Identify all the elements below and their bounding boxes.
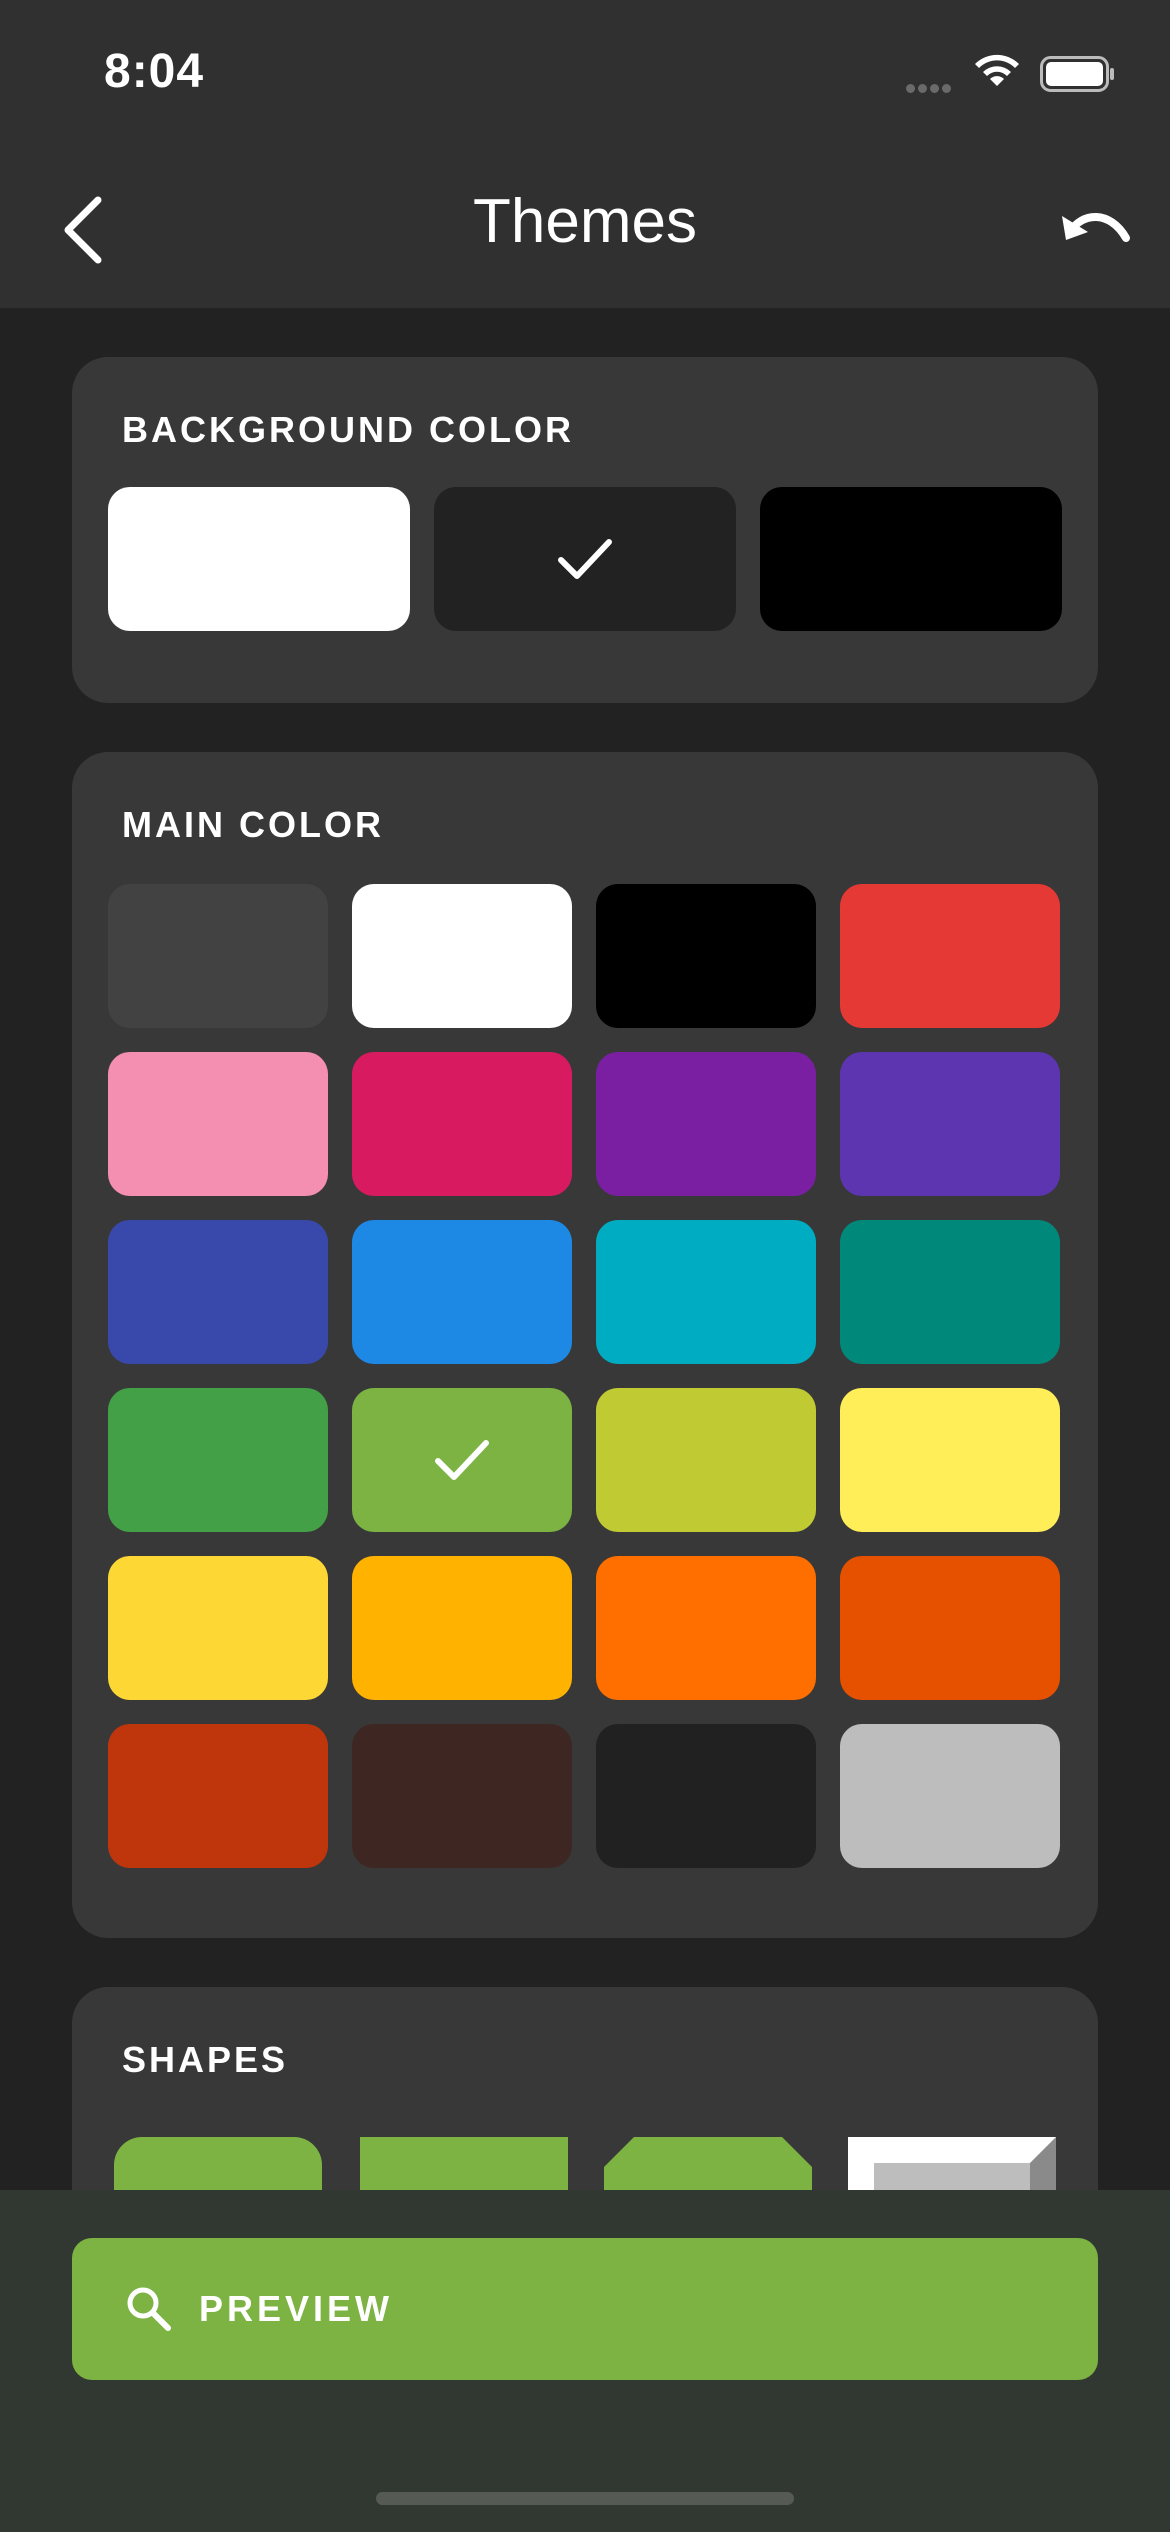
main-color-swatch[interactable] (352, 1220, 572, 1364)
search-icon (127, 2287, 171, 2331)
battery-icon (1040, 56, 1114, 92)
wifi-icon (975, 54, 1019, 86)
preview-button[interactable]: PREVIEW (72, 2238, 1098, 2380)
shapes-title: SHAPES (122, 2039, 289, 2080)
main-color-swatch[interactable] (840, 1556, 1060, 1700)
undo-icon[interactable] (1060, 198, 1134, 262)
status-time: 8:04 (104, 45, 205, 98)
background-color-card: BACKGROUND COLOR (72, 357, 1098, 703)
signal-icon (906, 80, 954, 98)
main-color-swatch[interactable] (108, 884, 328, 1028)
main-color-swatch[interactable] (596, 1556, 816, 1700)
main-color-title: MAIN COLOR (122, 804, 384, 845)
main-color-swatch[interactable] (840, 1388, 1060, 1532)
main-color-swatch[interactable] (596, 1220, 816, 1364)
checkmark-icon (435, 1440, 489, 1480)
status-bar: 8:04 (0, 0, 1170, 150)
main-color-swatch[interactable] (840, 1724, 1060, 1868)
main-color-card: MAIN COLOR (72, 752, 1098, 1938)
background-swatch-dark[interactable] (434, 487, 736, 631)
main-color-swatch[interactable] (596, 1052, 816, 1196)
page-title: Themes (473, 187, 697, 256)
main-color-swatch[interactable] (840, 1220, 1060, 1364)
bottom-bar: PREVIEW (0, 2190, 1170, 2532)
background-swatch-white[interactable] (108, 487, 410, 631)
main-color-swatch[interactable] (596, 1388, 816, 1532)
main-color-swatch[interactable] (108, 1052, 328, 1196)
preview-label: PREVIEW (199, 2288, 394, 2329)
main-color-swatch[interactable] (108, 1388, 328, 1532)
main-color-swatch[interactable] (108, 1556, 328, 1700)
background-color-title: BACKGROUND COLOR (122, 409, 574, 450)
main-color-swatch[interactable] (596, 1724, 816, 1868)
main-color-swatch[interactable] (352, 1724, 572, 1868)
home-indicator (376, 2492, 794, 2505)
main-color-swatch[interactable] (840, 884, 1060, 1028)
main-color-swatch[interactable] (352, 1388, 572, 1532)
main-color-swatch[interactable] (108, 1220, 328, 1364)
checkmark-icon (558, 539, 612, 579)
main-color-swatch[interactable] (108, 1724, 328, 1868)
main-color-swatch[interactable] (840, 1052, 1060, 1196)
main-color-swatch[interactable] (352, 1556, 572, 1700)
background-swatch-black[interactable] (760, 487, 1062, 631)
main-color-swatch[interactable] (596, 884, 816, 1028)
main-color-swatch[interactable] (352, 1052, 572, 1196)
main-color-swatch[interactable] (352, 884, 572, 1028)
nav-bar: Themes (0, 150, 1170, 308)
